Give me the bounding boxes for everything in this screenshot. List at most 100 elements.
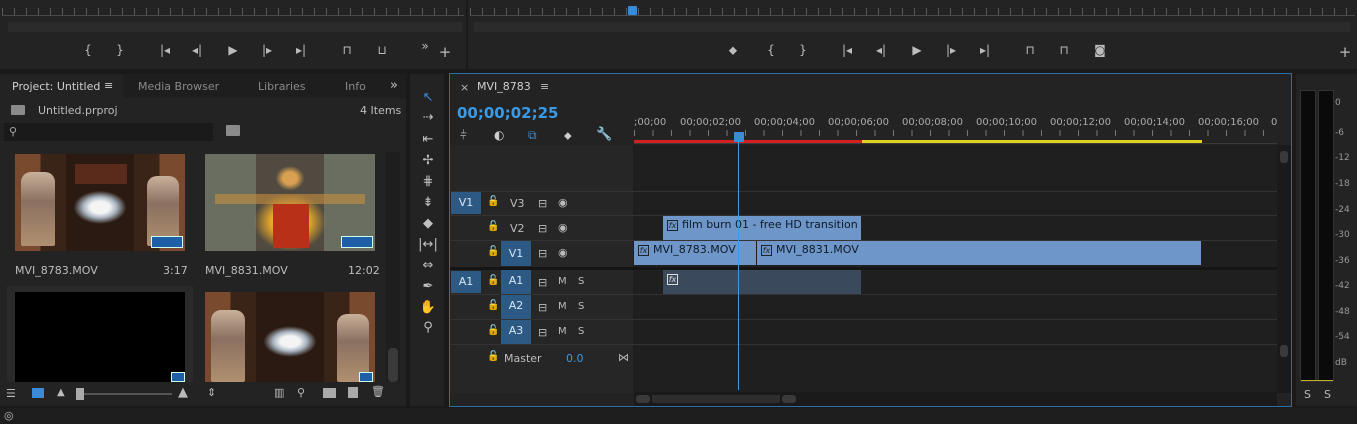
lock-icon[interactable]: 🔓 [487, 196, 499, 207]
lock-icon[interactable]: 🔓 [487, 246, 499, 257]
tab-info[interactable]: Info [345, 80, 366, 93]
automate-to-sequence-icon[interactable]: ▥ [274, 386, 284, 399]
icon-view-icon[interactable] [32, 388, 44, 398]
hand-icon[interactable]: ✋ [418, 300, 438, 316]
sync-lock-icon[interactable]: ⊟ [538, 276, 547, 289]
selection-tool-icon[interactable]: ↖ [418, 90, 438, 106]
track-name-v2[interactable]: V2 [510, 222, 525, 235]
program-zoom-bar[interactable] [474, 22, 1350, 32]
program-scrubber[interactable] [470, 8, 1355, 16]
time-ruler[interactable]: ;00;00 00;00;02;00 00;00;04;00 00;00;06;… [634, 114, 1277, 144]
a1-clip[interactable]: fx [663, 270, 861, 294]
sync-lock-icon[interactable]: ⊟ [538, 247, 547, 260]
master-toggle-icon[interactable]: ⋈ [618, 351, 629, 364]
mute-button[interactable]: M [558, 276, 567, 287]
marker-icon[interactable]: ⬥ [726, 42, 740, 58]
sync-lock-icon[interactable]: ⊟ [538, 197, 547, 210]
solo-right-button[interactable]: S [1324, 388, 1331, 401]
thumbnail-sequence[interactable] [7, 286, 193, 382]
mute-button[interactable]: M [558, 301, 567, 312]
slide-tool-icon[interactable]: |↔| [418, 237, 438, 253]
slip-tool-icon[interactable]: ◆ [418, 216, 438, 232]
sync-lock-icon[interactable]: ⊟ [538, 222, 547, 235]
overwrite-icon[interactable]: ⊔ [372, 42, 392, 58]
mark-out-button[interactable]: } [112, 42, 128, 58]
eye-icon[interactable]: ◉ [558, 246, 568, 259]
thumbnail-mvi-8783-copy[interactable] [205, 292, 375, 382]
source-zoom-bar[interactable] [8, 22, 462, 32]
search-input[interactable]: ⚲ [4, 123, 213, 141]
hand-tool-icon[interactable]: ✒ [418, 279, 438, 295]
lock-icon[interactable]: 🔓 [487, 221, 499, 232]
go-to-out-icon[interactable]: ▸| [292, 42, 310, 58]
solo-button[interactable]: S [578, 326, 584, 337]
track-target-a1[interactable]: A1 [501, 270, 531, 294]
insert-icon[interactable]: ⊓ [337, 42, 357, 58]
new-item-icon[interactable] [348, 387, 358, 398]
v1-clip-mvi-8831[interactable]: fx MVI_8831.MOV [757, 241, 1201, 265]
playhead-head-icon[interactable] [734, 132, 744, 142]
eye-icon[interactable]: ◉ [558, 221, 568, 234]
tab-menu-icon[interactable]: ≡ [104, 79, 113, 92]
play-icon[interactable]: ▶ [908, 42, 926, 58]
play-icon[interactable]: ▶ [224, 42, 242, 58]
tab-project[interactable]: Project: Untitled ≡ [0, 74, 123, 98]
mark-in-button[interactable]: { [764, 42, 778, 58]
pen-tool-icon[interactable]: ⇔ [418, 258, 438, 274]
track-select-tool-icon[interactable]: ⇢ [418, 110, 438, 126]
track-target-a3[interactable]: A3 [501, 320, 531, 344]
zoom-slider[interactable] [76, 388, 172, 400]
sort-icon[interactable]: ⇕ [207, 386, 216, 399]
extract-icon[interactable]: ⊓ [1054, 42, 1074, 58]
zoom-slider-thumb[interactable] [76, 388, 84, 400]
settings-wrench-icon[interactable]: 🔧 [596, 127, 612, 142]
timecode-display[interactable]: 00;00;02;25 [457, 104, 559, 122]
mark-out-button[interactable]: } [796, 42, 810, 58]
lock-icon[interactable]: 🔓 [487, 325, 499, 336]
export-frame-icon[interactable]: ◙ [1090, 42, 1110, 58]
marker-icon[interactable]: ⬥ [564, 129, 572, 143]
add-button-icon[interactable]: + [1338, 44, 1352, 60]
tab-media-browser[interactable]: Media Browser [138, 80, 219, 93]
zoom-tool-icon[interactable]: ⚲ [418, 320, 438, 336]
step-forward-icon[interactable]: |▸ [942, 42, 960, 58]
solo-left-button[interactable]: S [1304, 388, 1311, 401]
add-marker-icon[interactable]: ⧉ [528, 128, 537, 143]
new-bin-icon[interactable] [323, 388, 336, 398]
lock-icon[interactable]: 🔓 [487, 351, 499, 362]
mark-in-button[interactable]: { [80, 42, 96, 58]
mute-button[interactable]: M [558, 326, 567, 337]
eye-icon[interactable]: ◉ [558, 196, 568, 209]
go-to-in-icon[interactable]: |◂ [838, 42, 856, 58]
tab-libraries[interactable]: Libraries [258, 80, 306, 93]
thumbnail-mvi-8831[interactable] [205, 154, 375, 251]
track-target-a2[interactable]: A2 [501, 295, 531, 319]
playhead-line[interactable] [738, 140, 739, 390]
lock-icon[interactable]: 🔓 [487, 275, 499, 286]
sync-lock-icon[interactable]: ⊟ [538, 301, 547, 314]
timeline-hscroll[interactable] [634, 392, 1277, 406]
creative-cloud-icon[interactable]: ◎ [4, 409, 14, 422]
timeline-close-icon[interactable]: × [460, 81, 469, 94]
source-patch-a1[interactable]: A1 [451, 271, 481, 293]
panel-overflow-icon[interactable]: » [390, 78, 398, 93]
program-playhead-icon[interactable] [628, 6, 637, 15]
thumbnail-mvi-8783[interactable] [15, 154, 185, 251]
go-to-out-icon[interactable]: ▸| [976, 42, 994, 58]
transition-clip[interactable]: fx film burn 01 - free HD transition f [663, 216, 861, 240]
sequence-tab-label[interactable]: MVI_8783 [477, 80, 531, 93]
rolling-edit-tool-icon[interactable]: ✢ [418, 153, 438, 169]
track-target-v1[interactable]: V1 [501, 241, 531, 266]
sequence-menu-icon[interactable]: ≡ [540, 80, 549, 93]
lock-icon[interactable]: 🔓 [487, 300, 499, 311]
step-forward-icon[interactable]: |▸ [258, 42, 276, 58]
clear-icon[interactable]: 🗑 [371, 385, 385, 398]
timeline-vscroll[interactable] [1277, 145, 1291, 393]
step-back-icon[interactable]: ◂| [188, 42, 206, 58]
find-icon[interactable]: ⚲ [297, 386, 305, 399]
go-to-in-icon[interactable]: |◂ [156, 42, 174, 58]
solo-button[interactable]: S [578, 276, 584, 287]
list-view-icon[interactable]: ☰ [6, 387, 16, 400]
more-controls-icon[interactable]: » [418, 38, 432, 54]
rate-stretch-tool-icon[interactable]: ⋕ [418, 174, 438, 190]
